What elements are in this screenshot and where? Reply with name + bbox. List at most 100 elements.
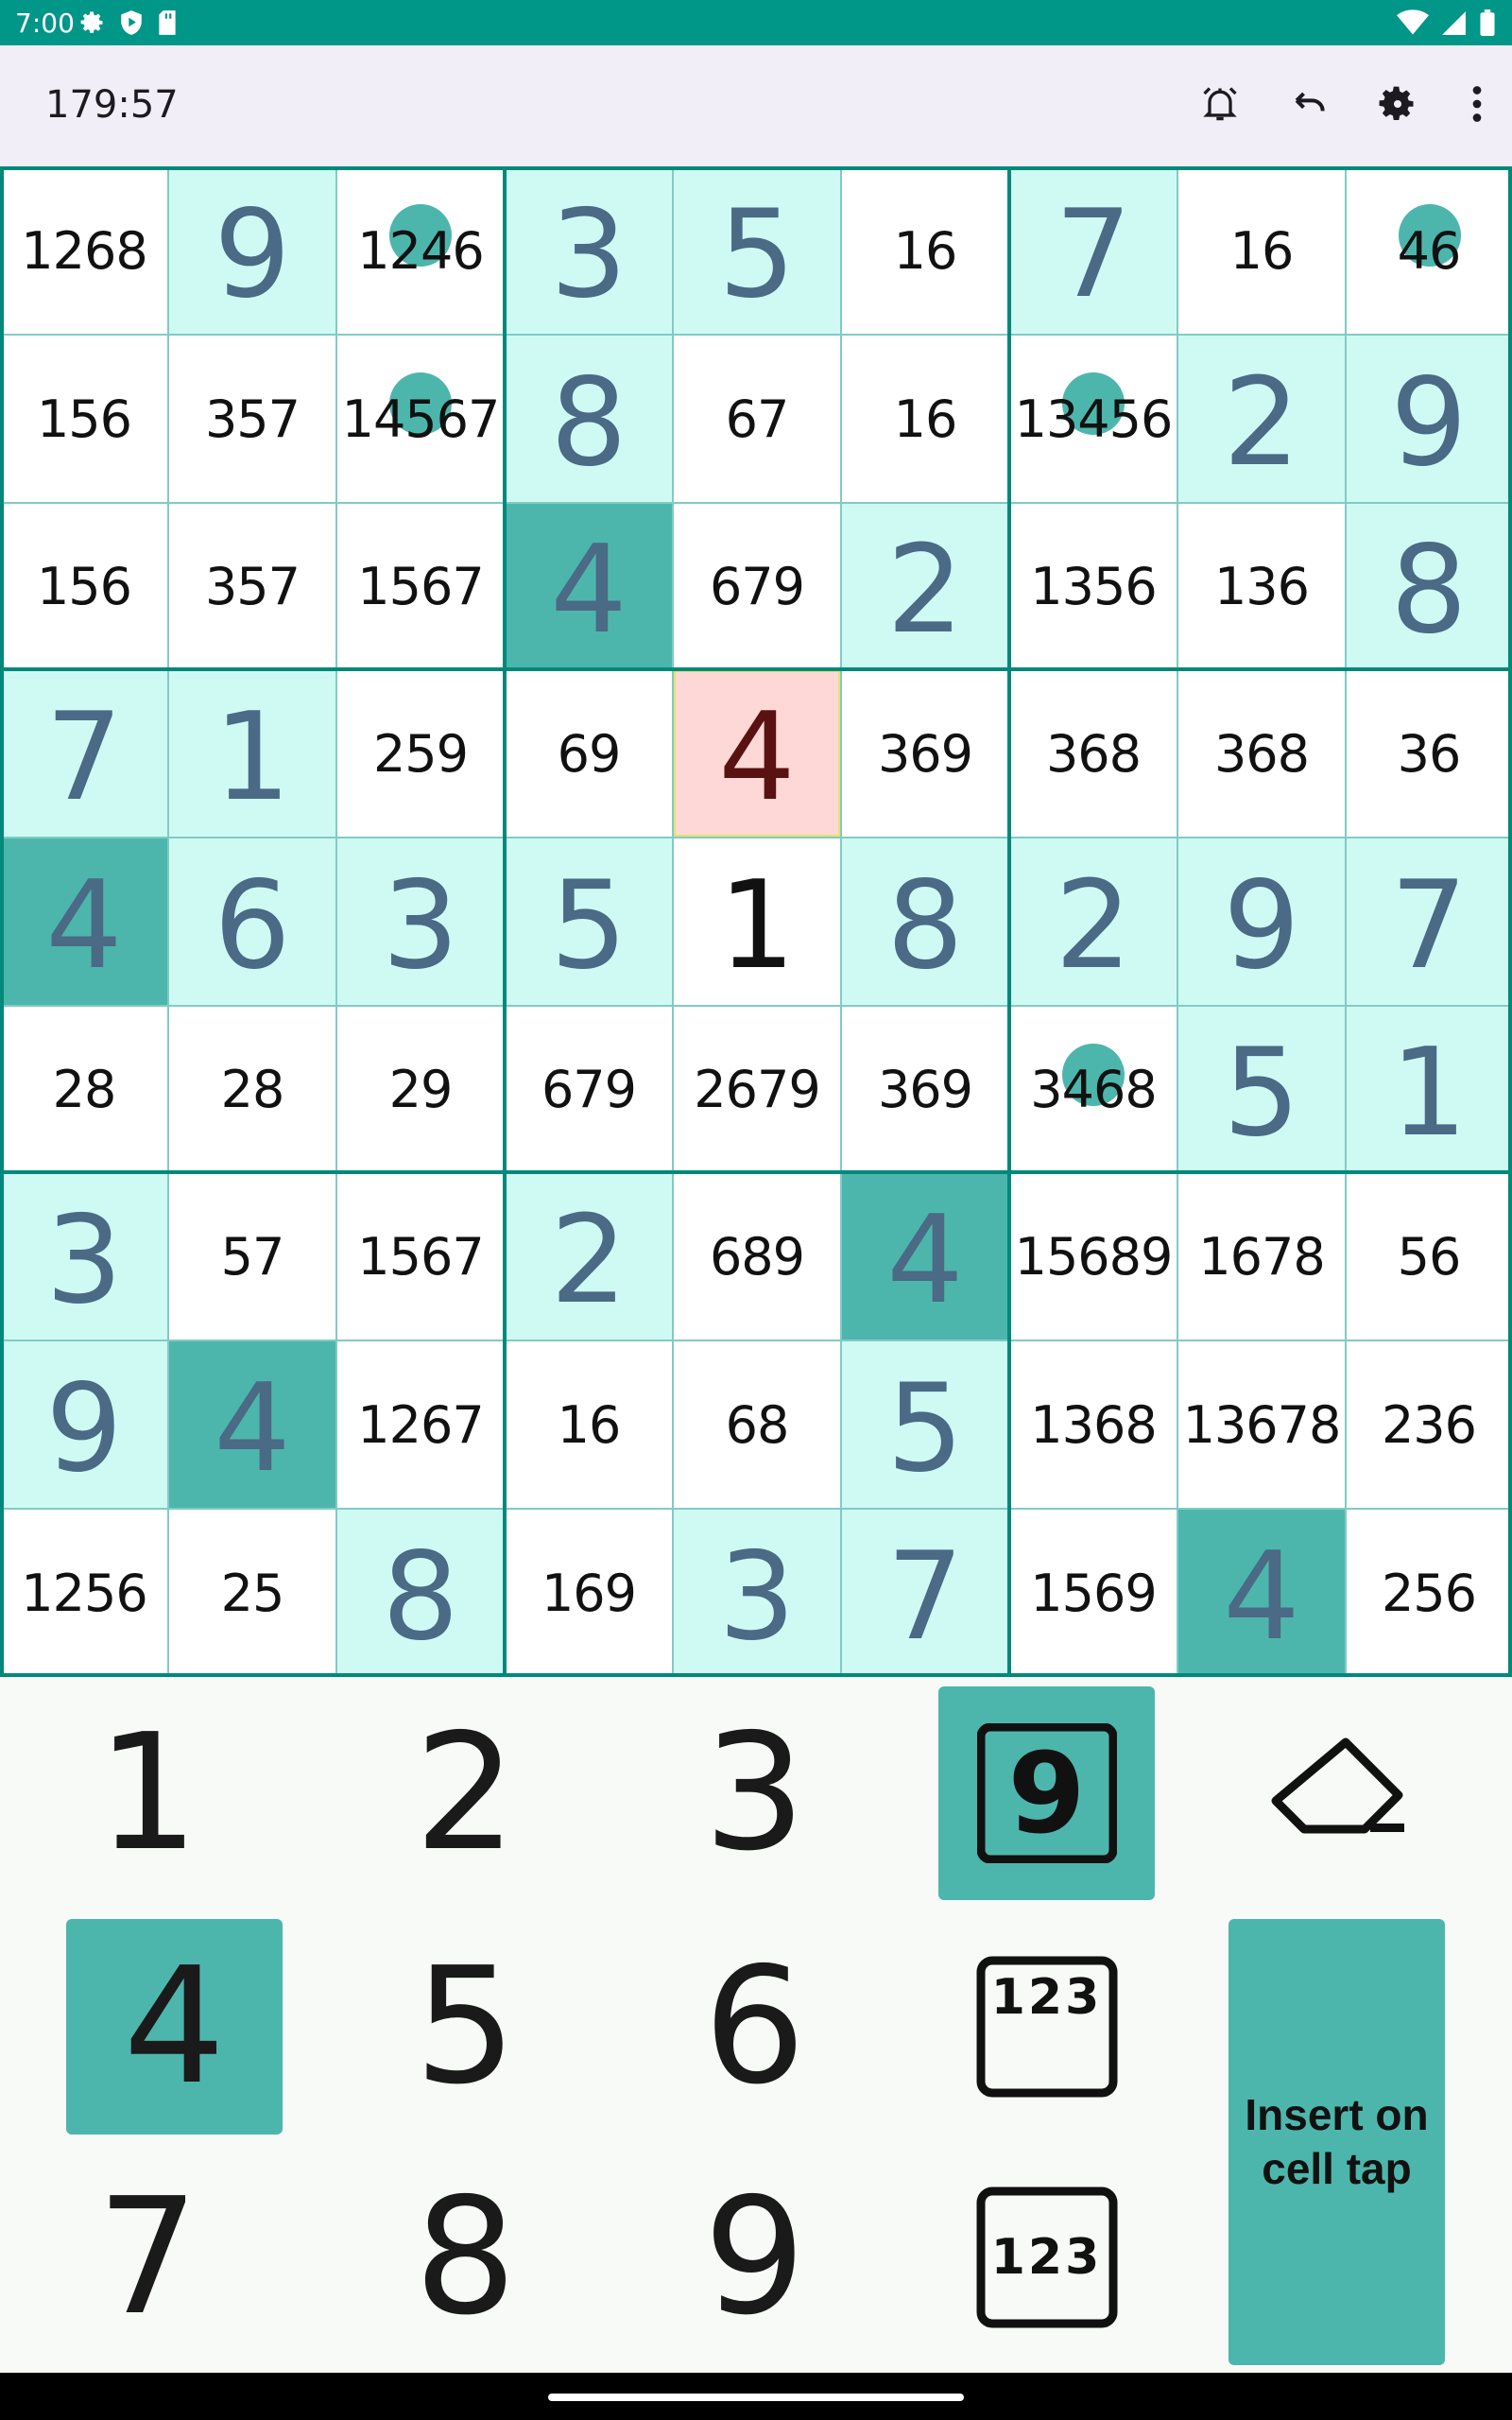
home-gesture-handle[interactable] bbox=[548, 2394, 964, 2401]
board-cell[interactable]: 5 bbox=[841, 1340, 1009, 1509]
board-cell[interactable]: 8 bbox=[505, 335, 673, 503]
value-mode-button[interactable]: 9 bbox=[938, 1686, 1155, 1900]
board-cell[interactable]: 369 bbox=[841, 1006, 1009, 1172]
board-cell[interactable]: 357 bbox=[168, 335, 336, 503]
board-cell[interactable]: 1 bbox=[673, 838, 841, 1006]
board-cell[interactable]: 1567 bbox=[336, 503, 505, 669]
board-cell[interactable]: 3 bbox=[505, 166, 673, 335]
board-cell[interactable]: 136 bbox=[1177, 503, 1346, 669]
undo-button[interactable] bbox=[1264, 64, 1353, 147]
board-cell[interactable]: 9 bbox=[1346, 335, 1512, 503]
settings-button[interactable] bbox=[1353, 64, 1442, 147]
board-cell[interactable]: 25 bbox=[168, 1509, 336, 1677]
board-cell[interactable]: 369 bbox=[841, 669, 1009, 838]
board-cell[interactable]: 1 bbox=[1346, 1006, 1512, 1172]
digit-7-button[interactable]: 7 bbox=[40, 2151, 256, 2364]
erase-button[interactable] bbox=[1228, 1686, 1445, 1900]
board-cell[interactable]: 36 bbox=[1346, 669, 1512, 838]
board-cell[interactable]: 28 bbox=[168, 1006, 336, 1172]
board-cell[interactable]: 7 bbox=[1009, 166, 1177, 335]
board-cell[interactable]: 3 bbox=[673, 1509, 841, 1677]
board-cell[interactable]: 16 bbox=[1177, 166, 1346, 335]
board-cell[interactable]: 1678 bbox=[1177, 1172, 1346, 1340]
board-cell[interactable]: 1567 bbox=[336, 1172, 505, 1340]
board-cell[interactable]: 29 bbox=[336, 1006, 505, 1172]
board-cell[interactable]: 13456 bbox=[1009, 335, 1177, 503]
board-cell[interactable]: 156 bbox=[0, 335, 168, 503]
digit-8-button[interactable]: 8 bbox=[357, 2151, 574, 2364]
board-cell[interactable]: 8 bbox=[336, 1509, 505, 1677]
digit-3-button[interactable]: 3 bbox=[646, 1686, 863, 1900]
board-cell[interactable]: 7 bbox=[0, 669, 168, 838]
board-cell[interactable]: 1268 bbox=[0, 166, 168, 335]
digit-1-button[interactable]: 1 bbox=[40, 1686, 256, 1900]
board-cell[interactable]: 1 bbox=[168, 669, 336, 838]
board-cell[interactable]: 8 bbox=[841, 838, 1009, 1006]
board-cell[interactable]: 2 bbox=[1009, 838, 1177, 1006]
board-cell[interactable]: 3 bbox=[0, 1172, 168, 1340]
board-cell[interactable]: 368 bbox=[1009, 669, 1177, 838]
insert-on-cell-tap-toggle[interactable]: Insert on cell tap bbox=[1228, 1919, 1445, 2365]
board-cell[interactable]: 1356 bbox=[1009, 503, 1177, 669]
board-cell[interactable]: 4 bbox=[1177, 1509, 1346, 1677]
board-cell[interactable]: 3 bbox=[336, 838, 505, 1006]
board-cell[interactable]: 679 bbox=[673, 503, 841, 669]
board-cell[interactable]: 2679 bbox=[673, 1006, 841, 1172]
board-cell[interactable]: 3468 bbox=[1009, 1006, 1177, 1172]
board-cell[interactable]: 2 bbox=[1177, 335, 1346, 503]
board-cell[interactable]: 4 bbox=[505, 503, 673, 669]
board-cell[interactable]: 4 bbox=[168, 1340, 336, 1509]
center-notes-mode-button[interactable]: 123 bbox=[938, 2151, 1155, 2364]
board-cell[interactable]: 16 bbox=[841, 335, 1009, 503]
board-cell[interactable]: 28 bbox=[0, 1006, 168, 1172]
digit-9-button[interactable]: 9 bbox=[646, 2151, 863, 2364]
digit-5-button[interactable]: 5 bbox=[357, 1919, 574, 2135]
board-cell[interactable]: 679 bbox=[505, 1006, 673, 1172]
board-cell[interactable]: 16 bbox=[505, 1340, 673, 1509]
board-cell[interactable]: 14567 bbox=[336, 335, 505, 503]
board-cell[interactable]: 68 bbox=[673, 1340, 841, 1509]
board-cell[interactable]: 1368 bbox=[1009, 1340, 1177, 1509]
board-cell[interactable]: 46 bbox=[1346, 166, 1512, 335]
board-cell[interactable]: 9 bbox=[1177, 838, 1346, 1006]
board-cell[interactable]: 69 bbox=[505, 669, 673, 838]
board-cell[interactable]: 1256 bbox=[0, 1509, 168, 1677]
board-cell[interactable]: 1569 bbox=[1009, 1509, 1177, 1677]
board-cell[interactable]: 169 bbox=[505, 1509, 673, 1677]
board-cell[interactable]: 7 bbox=[1346, 838, 1512, 1006]
board-cell[interactable]: 13678 bbox=[1177, 1340, 1346, 1509]
board-cell[interactable]: 368 bbox=[1177, 669, 1346, 838]
board-cell[interactable]: 56 bbox=[1346, 1172, 1512, 1340]
board-cell[interactable]: 5 bbox=[505, 838, 673, 1006]
board-cell[interactable]: 6 bbox=[168, 838, 336, 1006]
board-cell[interactable]: 9 bbox=[0, 1340, 168, 1509]
board-cell[interactable]: 2 bbox=[505, 1172, 673, 1340]
board-cell[interactable]: 5 bbox=[1177, 1006, 1346, 1172]
board-cell[interactable]: 236 bbox=[1346, 1340, 1512, 1509]
board-cell[interactable]: 4 bbox=[673, 669, 841, 838]
digit-2-button[interactable]: 2 bbox=[357, 1686, 574, 1900]
board-cell[interactable]: 256 bbox=[1346, 1509, 1512, 1677]
board-cell[interactable]: 689 bbox=[673, 1172, 841, 1340]
board-cell[interactable]: 259 bbox=[336, 669, 505, 838]
alarm-button[interactable] bbox=[1176, 64, 1264, 147]
board-cell[interactable]: 8 bbox=[1346, 503, 1512, 669]
digit-6-button[interactable]: 6 bbox=[646, 1919, 863, 2135]
board-cell[interactable]: 1267 bbox=[336, 1340, 505, 1509]
board-cell[interactable]: 5 bbox=[673, 166, 841, 335]
board-cell[interactable]: 2 bbox=[841, 503, 1009, 669]
board-cell[interactable]: 4 bbox=[841, 1172, 1009, 1340]
board-cell[interactable]: 16 bbox=[841, 166, 1009, 335]
board-cell[interactable]: 9 bbox=[168, 166, 336, 335]
board-cell[interactable]: 15689 bbox=[1009, 1172, 1177, 1340]
board-cell[interactable]: 1246 bbox=[336, 166, 505, 335]
corner-notes-mode-button[interactable]: 123 bbox=[938, 1919, 1155, 2135]
board-cell[interactable]: 357 bbox=[168, 503, 336, 669]
board-cell[interactable]: 67 bbox=[673, 335, 841, 503]
board-cell[interactable]: 7 bbox=[841, 1509, 1009, 1677]
board-cell[interactable]: 57 bbox=[168, 1172, 336, 1340]
more-options-button[interactable] bbox=[1442, 64, 1512, 147]
board-cell[interactable]: 4 bbox=[0, 838, 168, 1006]
board-cell[interactable]: 156 bbox=[0, 503, 168, 669]
digit-4-button[interactable]: 4 bbox=[66, 1919, 283, 2135]
